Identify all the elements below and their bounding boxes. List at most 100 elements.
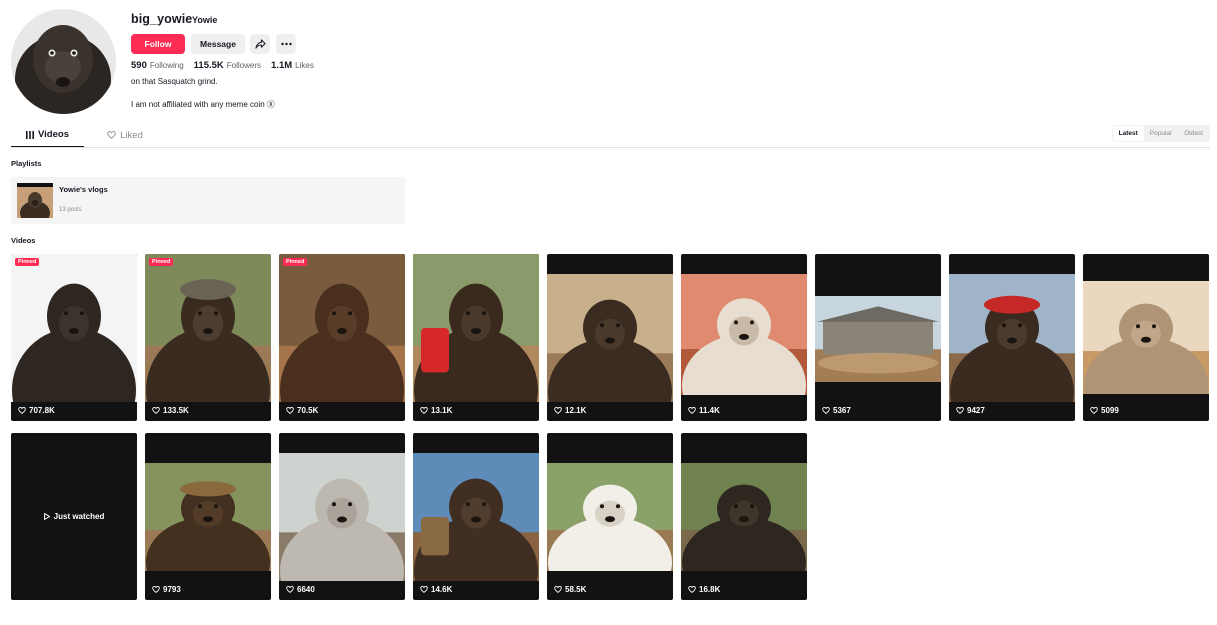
heart-icon: [1090, 407, 1098, 414]
video-card[interactable]: 9793: [145, 433, 271, 600]
video-card[interactable]: 9427: [949, 254, 1075, 421]
video-card[interactable]: 58.5K: [547, 433, 673, 600]
share-icon: [254, 38, 266, 49]
heart-icon: [152, 586, 160, 593]
like-count-text: 11.4K: [699, 406, 720, 415]
video-card[interactable]: 14.6K: [413, 433, 539, 600]
video-card[interactable]: Pinned 707.8K: [11, 254, 137, 421]
video-like-count: 6640: [286, 585, 315, 594]
video-like-count: 9793: [152, 585, 181, 594]
playlist-card[interactable]: Yowie's vlogs 13 posts: [11, 177, 405, 224]
video-thumbnail: [681, 463, 807, 571]
video-card[interactable]: 13.1K: [413, 254, 539, 421]
video-thumbnail: [949, 274, 1075, 402]
video-card[interactable]: Pinned 70.5K: [279, 254, 405, 421]
like-count-text: 707.8K: [29, 406, 55, 415]
video-thumbnail: [1083, 281, 1209, 394]
profile-tabs: Videos Liked Latest Popular Oldest: [11, 123, 1210, 148]
like-count-text: 70.5K: [297, 406, 319, 415]
like-count-text: 5099: [1101, 406, 1119, 415]
playlist-title: Yowie's vlogs: [59, 185, 108, 194]
heart-icon: [286, 586, 294, 593]
like-count-text: 5367: [833, 406, 851, 415]
like-count-text: 13.1K: [431, 406, 453, 415]
profile-stats: 590 Following 115.5K Followers 1.1M Likes: [131, 60, 314, 71]
tab-videos[interactable]: Videos: [11, 123, 84, 147]
videos-heading: Videos: [11, 236, 36, 245]
video-like-count: 70.5K: [286, 406, 318, 415]
play-icon: [43, 513, 50, 520]
video-card[interactable]: 5099: [1083, 254, 1209, 421]
sort-toggle: Latest Popular Oldest: [1111, 125, 1210, 142]
profile-avatar[interactable]: [11, 9, 116, 114]
sort-latest[interactable]: Latest: [1112, 126, 1144, 141]
share-button[interactable]: [250, 34, 270, 54]
playlist-thumbnail: [17, 183, 53, 218]
like-count-text: 133.5K: [163, 406, 189, 415]
video-like-count: 14.6K: [420, 585, 452, 594]
video-card[interactable]: 12.1K: [547, 254, 673, 421]
like-count-text: 9793: [163, 585, 181, 594]
video-thumbnail: [145, 254, 271, 402]
just-watched-label: Just watched: [53, 512, 105, 521]
video-thumbnail: [547, 463, 673, 571]
video-thumbnail: [279, 254, 405, 402]
profile-username: big_yowie: [131, 12, 193, 26]
bio-line-1: on that Sasquatch grind.: [131, 77, 218, 86]
video-thumbnail: [11, 254, 137, 402]
sort-popular[interactable]: Popular: [1144, 126, 1178, 141]
heart-icon: [18, 407, 26, 414]
message-button[interactable]: Message: [191, 34, 245, 54]
ellipsis-icon: [280, 42, 292, 46]
video-card[interactable]: 5367: [815, 254, 941, 421]
heart-icon: [152, 407, 160, 414]
video-thumbnail: [815, 296, 941, 382]
video-like-count: 13.1K: [420, 406, 452, 415]
playlists-heading: Playlists: [11, 159, 42, 168]
likes-stat: 1.1M Likes: [271, 60, 314, 71]
video-like-count: 707.8K: [18, 406, 55, 415]
video-card[interactable]: Pinned 133.5K: [145, 254, 271, 421]
bio-line-2: I am not affiliated with any meme coin Ⓧ: [131, 100, 275, 109]
pinned-badge: Pinned: [149, 258, 174, 266]
video-thumbnail: [413, 453, 539, 581]
video-card[interactable]: Just watched: [11, 433, 137, 600]
like-count-text: 9427: [967, 406, 985, 415]
tab-liked-label: Liked: [120, 129, 143, 141]
follow-button[interactable]: Follow: [131, 34, 185, 54]
tab-videos-label: Videos: [38, 129, 69, 140]
video-thumbnail: [681, 274, 807, 395]
heart-icon: [554, 407, 562, 414]
like-count-text: 14.6K: [431, 585, 453, 594]
heart-icon: [688, 586, 696, 593]
heart-icon: [956, 407, 964, 414]
more-options-button[interactable]: [276, 34, 296, 54]
like-count-text: 12.1K: [565, 406, 587, 415]
video-like-count: 5367: [822, 406, 851, 415]
video-like-count: 16.8K: [688, 585, 720, 594]
video-thumbnail: [145, 463, 271, 571]
video-card[interactable]: 16.8K: [681, 433, 807, 600]
pinned-badge: Pinned: [15, 258, 40, 266]
video-like-count: 11.4K: [688, 406, 720, 415]
followers-stat[interactable]: 115.5K Followers: [194, 60, 261, 71]
video-like-count: 9427: [956, 406, 985, 415]
video-card[interactable]: 11.4K: [681, 254, 807, 421]
like-count-text: 58.5K: [565, 585, 587, 594]
video-thumbnail: [547, 274, 673, 402]
tab-liked[interactable]: Liked: [95, 123, 155, 147]
video-like-count: 12.1K: [554, 406, 586, 415]
video-card[interactable]: 6640: [279, 433, 405, 600]
video-like-count: 5099: [1090, 406, 1119, 415]
playlist-post-count: 13 posts: [59, 207, 82, 213]
heart-icon: [420, 407, 428, 414]
video-like-count: 58.5K: [554, 585, 586, 594]
sort-oldest[interactable]: Oldest: [1178, 126, 1209, 141]
following-stat[interactable]: 590 Following: [131, 60, 184, 71]
heart-outline-icon: [107, 131, 116, 139]
heart-icon: [286, 407, 294, 414]
heart-icon: [822, 407, 830, 414]
like-count-text: 16.8K: [699, 585, 721, 594]
heart-icon: [554, 586, 562, 593]
just-watched-overlay: Just watched: [11, 433, 137, 600]
